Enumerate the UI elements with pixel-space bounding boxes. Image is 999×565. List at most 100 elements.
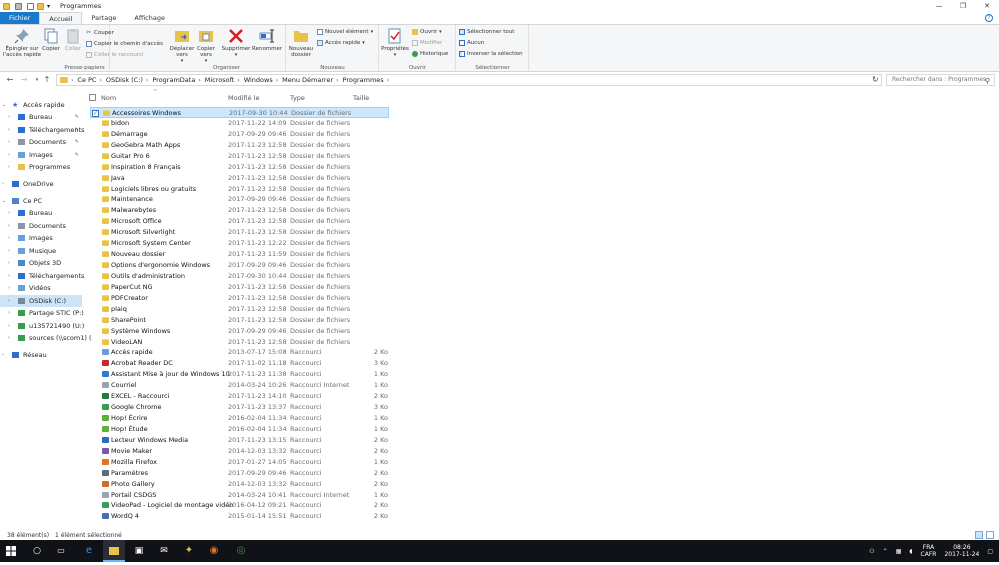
breadcrumb[interactable]: › Ce PC › OSDisk (C:) › ProgramData › Mi… xyxy=(56,74,882,86)
pin-quick-access-button[interactable]: Épingler sur l'accès rapide xyxy=(2,28,42,58)
store-icon[interactable]: ▣ xyxy=(128,540,150,562)
breadcrumb-item[interactable]: ProgramData xyxy=(152,76,195,84)
copy-path-button[interactable]: Copier le chemin d'accès xyxy=(86,41,163,47)
nav-item[interactable]: › Images xyxy=(0,232,82,244)
file-row[interactable]: Malwarebytes 2017-11-23 12:58 Dossier de f… xyxy=(90,205,389,216)
breadcrumb-item[interactable]: Microsoft xyxy=(205,76,235,84)
file-row[interactable]: Assistant Mise à jour de Windows 10 2017-… xyxy=(90,369,389,380)
language-indicator[interactable]: FRA CAFR xyxy=(921,544,937,558)
tab-fichier[interactable]: Fichier xyxy=(0,12,40,24)
nav-item[interactable]: ⌄ Ce PC xyxy=(0,195,82,207)
paste-shortcut-button[interactable]: Coller le raccourci xyxy=(86,52,144,58)
file-row[interactable]: Paramètres 2017-09-29 09:46 Raccourci 2 Ko xyxy=(90,468,389,479)
nav-item[interactable]: › Images ✎ xyxy=(0,149,82,161)
new-item-button[interactable]: Nouvel élément ▾ xyxy=(317,29,373,35)
file-row[interactable]: bidon 2017-11-22 14:09 Dossier de fichiers xyxy=(90,118,389,129)
chrome-icon[interactable]: ◎ xyxy=(230,540,252,562)
file-row[interactable]: Hop! Écrire 2016-02-04 11:34 Raccourci 1 Ko xyxy=(90,413,389,424)
task-view-icon[interactable]: ▭ xyxy=(50,540,72,562)
close-button[interactable]: ✕ xyxy=(975,0,999,12)
file-row[interactable]: Acrobat Reader DC 2017-11-02 11:18 Raccour… xyxy=(90,358,389,369)
tab-partage[interactable]: Partage xyxy=(82,12,125,24)
file-row[interactable]: Logiciels libres ou gratuits 2017-11-23 1… xyxy=(90,184,389,195)
customize-quick-access-icon[interactable]: ▾ xyxy=(47,3,54,10)
file-row[interactable]: GeoGebra Math Apps 2017-11-23 12:58 Dossie… xyxy=(90,140,389,151)
chevron-right-icon[interactable]: › xyxy=(8,295,10,307)
chevron-right-icon[interactable]: › xyxy=(8,111,10,123)
column-header-name[interactable]: Nom xyxy=(101,94,116,102)
file-row[interactable]: plaiq 2017-11-23 12:58 Dossier de fichiers xyxy=(90,304,389,315)
app-icon[interactable]: ✦ xyxy=(178,540,200,562)
nav-item[interactable]: › Objets 3D xyxy=(0,257,82,269)
person-icon[interactable]: ⚇ xyxy=(869,548,874,555)
nav-item[interactable]: › OSDisk (C:) xyxy=(0,295,82,307)
file-row[interactable]: Movie Maker 2014-12-03 13:32 Raccourci 2 Ko xyxy=(90,446,389,457)
nav-item[interactable]: › Téléchargements ✎ xyxy=(0,124,84,136)
nav-item[interactable]: › Téléchargements xyxy=(0,270,84,282)
chevron-right-icon[interactable]: › xyxy=(2,178,4,190)
file-row[interactable]: ✓ Accessoires Windows 2017-09-30 10:44 Doss… xyxy=(90,107,389,118)
file-row[interactable]: Hop! Étude 2016-02-04 11:34 Raccourci 1 Ko xyxy=(90,424,389,435)
chevron-right-icon[interactable]: › xyxy=(8,220,10,232)
column-header-size[interactable]: Taille xyxy=(353,94,369,102)
copy-button[interactable]: Copier xyxy=(40,28,62,52)
breadcrumb-item[interactable]: Ce PC xyxy=(77,76,96,84)
file-row[interactable]: Mozilla Firefox 2017-01-27 14:05 Raccourci… xyxy=(90,457,389,468)
chevron-right-icon[interactable]: › xyxy=(8,332,10,344)
file-row[interactable]: Microsoft Office 2017-11-23 12:58 Dossier … xyxy=(90,216,389,227)
nav-item[interactable]: › Réseau xyxy=(0,349,82,361)
chevron-right-icon[interactable]: › xyxy=(8,282,10,294)
rename-button[interactable]: Renommer xyxy=(252,28,282,52)
breadcrumb-item[interactable]: Programmes xyxy=(343,76,384,84)
large-icons-view-icon[interactable] xyxy=(986,531,994,539)
cut-button[interactable]: ✂ Couper xyxy=(86,30,114,37)
move-to-button[interactable]: Déplacer vers ▾ xyxy=(168,28,196,64)
chevron-right-icon[interactable]: › xyxy=(8,245,10,257)
file-row[interactable]: Microsoft Silverlight 2017-11-23 12:58 Dos… xyxy=(90,227,389,238)
row-checkbox[interactable]: ✓ xyxy=(92,110,99,117)
details-view-icon[interactable] xyxy=(975,531,983,539)
nav-item[interactable]: › sources (\\scom1) ( xyxy=(0,332,92,344)
minimize-button[interactable]: — xyxy=(927,0,951,12)
chevron-right-icon[interactable]: › xyxy=(8,207,10,219)
column-header-type[interactable]: Type xyxy=(290,94,305,102)
paste-button[interactable]: Coller xyxy=(62,28,84,52)
file-explorer-taskbar-icon[interactable] xyxy=(103,540,125,562)
maximize-button[interactable]: ❐ xyxy=(951,0,975,12)
volume-icon[interactable]: ◖ xyxy=(909,548,912,555)
file-row[interactable]: Maintenance 2017-09-29 09:46 Dossier de fi… xyxy=(90,194,389,205)
new-folder-button[interactable]: Nouveau dossier xyxy=(287,28,315,58)
file-row[interactable]: Guitar Pro 6 2017-11-23 12:58 Dossier de f… xyxy=(90,151,389,162)
chevron-down-icon[interactable]: ⌄ xyxy=(2,99,6,111)
firefox-icon[interactable]: ◉ xyxy=(203,540,225,562)
chevron-right-icon[interactable]: › xyxy=(8,136,10,148)
file-row[interactable]: Démarrage 2017-09-29 09:46 Dossier de fich… xyxy=(90,129,389,140)
search-icon[interactable]: ○ xyxy=(26,540,48,562)
invert-selection-button[interactable]: Inverser la sélection xyxy=(459,51,523,57)
file-row[interactable]: Accès rapide 2013-07-17 15:08 Raccourci 2 K… xyxy=(90,347,389,358)
chevron-right-icon[interactable]: › xyxy=(8,257,10,269)
file-row[interactable]: Java 2017-11-23 12:58 Dossier de fichiers xyxy=(90,173,389,184)
back-button[interactable]: ← xyxy=(4,74,16,86)
column-header-modified[interactable]: Modifié le xyxy=(228,94,259,102)
select-all-button[interactable]: Sélectionner tout xyxy=(459,29,514,35)
search-input[interactable]: Rechercher dans : Programmes ⚲ xyxy=(886,74,995,86)
chevron-right-icon[interactable]: › xyxy=(8,320,10,332)
delete-button[interactable]: Supprimer ▾ xyxy=(220,28,252,58)
chevron-down-icon[interactable]: ⌄ xyxy=(2,195,6,207)
select-all-checkbox[interactable] xyxy=(89,94,96,101)
network-icon[interactable]: ▦ xyxy=(896,548,902,555)
file-row[interactable]: EXCEL - Raccourci 2017-11-23 14:10 Raccour… xyxy=(90,391,389,402)
nav-item[interactable]: › u135721490 (U:) xyxy=(0,320,84,332)
file-row[interactable]: Système Windows 2017-09-29 09:46 Dossier d… xyxy=(90,326,389,337)
breadcrumb-item[interactable]: Menu Démarrer xyxy=(282,76,333,84)
nav-item[interactable]: › Documents ✎ xyxy=(0,136,82,148)
file-row[interactable]: SharePoint 2017-11-23 12:58 Dossier de fic… xyxy=(90,315,389,326)
breadcrumb-item[interactable]: Windows xyxy=(244,76,273,84)
start-button[interactable] xyxy=(0,540,22,562)
file-row[interactable]: VideoPad - Logiciel de montage vidéo 2016… xyxy=(90,500,389,511)
up-button[interactable]: ↑ xyxy=(41,74,53,86)
file-row[interactable]: PaperCut NG 2017-11-23 12:58 Dossier de fi… xyxy=(90,282,389,293)
file-row[interactable]: Courriel 2014-03-24 10:26 Raccourci Intern… xyxy=(90,380,389,391)
chevron-right-icon[interactable]: › xyxy=(8,124,10,136)
